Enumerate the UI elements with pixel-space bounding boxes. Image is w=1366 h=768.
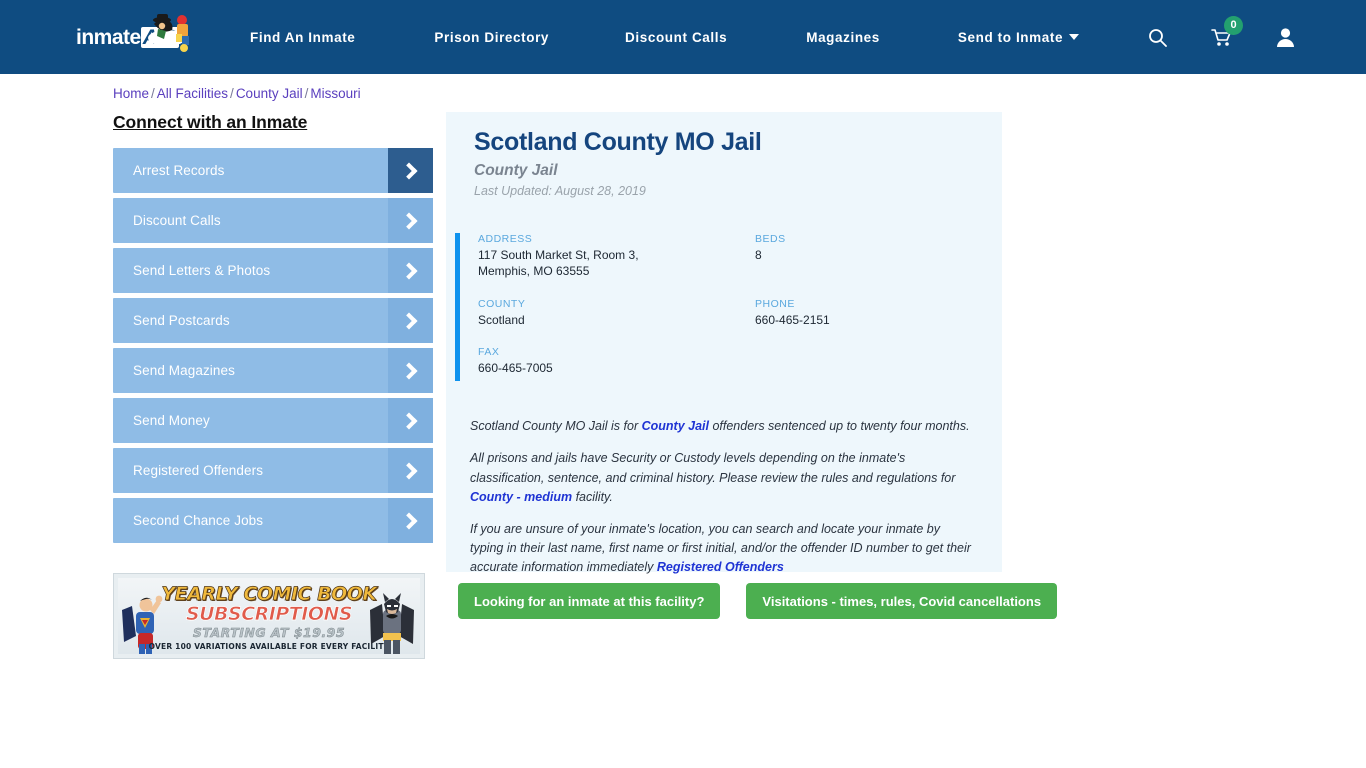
nav-send-to-inmate-label: Send to Inmate: [957, 29, 1064, 45]
cta-button-row: Looking for an inmate at this facility? …: [458, 583, 1058, 619]
page-title: Scotland County MO Jail: [474, 128, 762, 156]
detail-label: COUNTY: [478, 297, 526, 310]
sidebar-item-send-letters-photos[interactable]: Send Letters & Photos: [113, 248, 433, 293]
link-registered-offenders[interactable]: Registered Offenders: [657, 560, 784, 574]
nav-send-to-inmate[interactable]: Send to Inmate: [957, 29, 1080, 45]
description-paragraph-2: All prisons and jails have Security or C…: [470, 449, 972, 506]
detail-address: ADDRESS 117 South Market St, Room 3, Mem…: [478, 233, 755, 298]
chevron-right-icon: [388, 348, 433, 393]
breadcrumb-item-missouri[interactable]: Missouri: [310, 86, 360, 101]
last-updated-label: Last Updated: August 28, 2019: [474, 184, 646, 198]
link-county-medium[interactable]: County - medium: [470, 490, 572, 504]
breadcrumb-separator: /: [304, 86, 309, 101]
detail-county: COUNTY Scotland: [478, 298, 755, 347]
sidebar-item-label: Arrest Records: [133, 163, 225, 178]
detail-empty: [755, 346, 1002, 395]
chevron-right-icon: [388, 448, 433, 493]
sidebar-item-label: Send Postcards: [133, 313, 230, 328]
detail-value: Scotland: [478, 312, 525, 327]
detail-value: 660-465-7005: [478, 361, 553, 376]
sidebar-item-label: Registered Offenders: [133, 463, 264, 478]
detail-label: PHONE: [755, 297, 795, 310]
facility-detail-panel: Scotland County MO Jail County Jail Last…: [446, 112, 1002, 574]
chevron-down-icon: [1069, 33, 1080, 40]
logo-character-icon: [148, 14, 189, 52]
detail-label: ADDRESS: [478, 233, 533, 245]
facility-type-label: County Jail: [474, 162, 558, 179]
sidebar-item-second-chance-jobs[interactable]: Second Chance Jobs: [113, 498, 433, 543]
chevron-right-icon: [388, 248, 433, 293]
detail-grid: ADDRESS 117 South Market St, Room 3, Mem…: [478, 233, 1002, 395]
sidebar: Connect with an Inmate Arrest Records Di…: [113, 112, 433, 548]
description-paragraph-3: If you are unsure of your inmate's locat…: [470, 520, 972, 577]
chevron-right-icon: [388, 398, 433, 443]
sidebar-item-arrest-records[interactable]: Arrest Records: [113, 148, 433, 193]
site-header: inmateAID Find An Inmate Prison Director…: [0, 0, 1366, 74]
facility-description: Scotland County MO Jail is for County Ja…: [446, 395, 1002, 577]
description-paragraph-1: Scotland County MO Jail is for County Ja…: [470, 417, 972, 436]
cart-icon[interactable]: 0: [1210, 16, 1243, 49]
detail-phone: PHONE 660-465-2151: [755, 298, 1002, 347]
sidebar-title: Connect with an Inmate: [113, 112, 308, 132]
nav-magazines[interactable]: Magazines: [806, 30, 880, 45]
detail-fax: FAX 660-465-7005: [478, 346, 755, 395]
looking-for-inmate-button[interactable]: Looking for an inmate at this facility?: [458, 583, 721, 619]
detail-value: 117 South Market St, Room 3, Memphis, MO…: [478, 248, 639, 278]
breadcrumb-item-all-facilities[interactable]: All Facilities: [157, 86, 228, 101]
sidebar-item-registered-offenders[interactable]: Registered Offenders: [113, 448, 433, 493]
breadcrumb-separator: /: [151, 86, 155, 101]
sidebar-item-send-postcards[interactable]: Send Postcards: [113, 298, 433, 343]
facility-details: ADDRESS 117 South Market St, Room 3, Mem…: [446, 233, 1002, 395]
breadcrumb-item-home[interactable]: Home: [113, 86, 149, 101]
sidebar-item-label: Send Money: [133, 413, 210, 428]
visitations-button[interactable]: Visitations - times, rules, Covid cancel…: [746, 583, 1058, 619]
breadcrumb-item-county-jail[interactable]: County Jail: [236, 86, 303, 101]
chevron-right-icon: [388, 498, 433, 543]
sidebar-item-discount-calls[interactable]: Discount Calls: [113, 198, 433, 243]
facility-header: Scotland County MO Jail County Jail Last…: [446, 112, 1002, 198]
site-logo[interactable]: inmateAID: [76, 14, 196, 60]
detail-label: BEDS: [755, 233, 786, 245]
sidebar-item-send-money[interactable]: Send Money: [113, 398, 433, 443]
logo-text-inmate: inmate: [76, 25, 141, 49]
sidebar-item-label: Second Chance Jobs: [133, 513, 264, 528]
link-county-jail[interactable]: County Jail: [642, 419, 709, 433]
nav-find-an-inmate[interactable]: Find An Inmate: [250, 30, 355, 45]
user-account-icon[interactable]: [1274, 25, 1296, 49]
sidebar-item-label: Discount Calls: [133, 213, 221, 228]
batman-illustration: [370, 593, 414, 654]
detail-label: FAX: [478, 346, 500, 359]
breadcrumb: Home / All Facilities / County Jail / Missouri: [113, 86, 361, 101]
desc-1-text-a: Scotland County MO Jail is for: [470, 419, 642, 434]
nav-prison-directory[interactable]: Prison Directory: [434, 30, 549, 45]
chevron-right-icon: [388, 198, 433, 243]
comic-book-ad-banner[interactable]: YEARLY COMIC BOOK SUBSCRIPTIONS STARTING…: [113, 573, 425, 659]
chevron-right-icon: [388, 298, 433, 343]
search-icon[interactable]: [1146, 25, 1168, 49]
detail-beds: BEDS 8: [755, 233, 1002, 298]
desc-2-text-a: All prisons and jails have Security or C…: [470, 451, 956, 485]
desc-2-text-b: facility.: [572, 489, 613, 504]
detail-value: 660-465-2151: [755, 312, 830, 327]
primary-navigation: Find An Inmate Prison Directory Discount…: [250, 0, 1080, 74]
detail-value: 8: [755, 248, 762, 262]
sidebar-item-send-magazines[interactable]: Send Magazines: [113, 348, 433, 393]
sidebar-item-label: Send Magazines: [133, 363, 235, 378]
header-icon-group: 0: [1146, 0, 1296, 74]
ad-inner: YEARLY COMIC BOOK SUBSCRIPTIONS STARTING…: [118, 578, 420, 654]
sidebar-item-label: Send Letters & Photos: [133, 263, 271, 278]
nav-discount-calls[interactable]: Discount Calls: [625, 30, 727, 45]
cart-count-badge: 0: [1224, 16, 1243, 35]
breadcrumb-separator: /: [230, 86, 234, 101]
accent-bar: [455, 233, 460, 381]
desc-1-text-b: offenders sentenced up to twenty four mo…: [708, 419, 970, 434]
chevron-right-icon: [388, 148, 433, 193]
